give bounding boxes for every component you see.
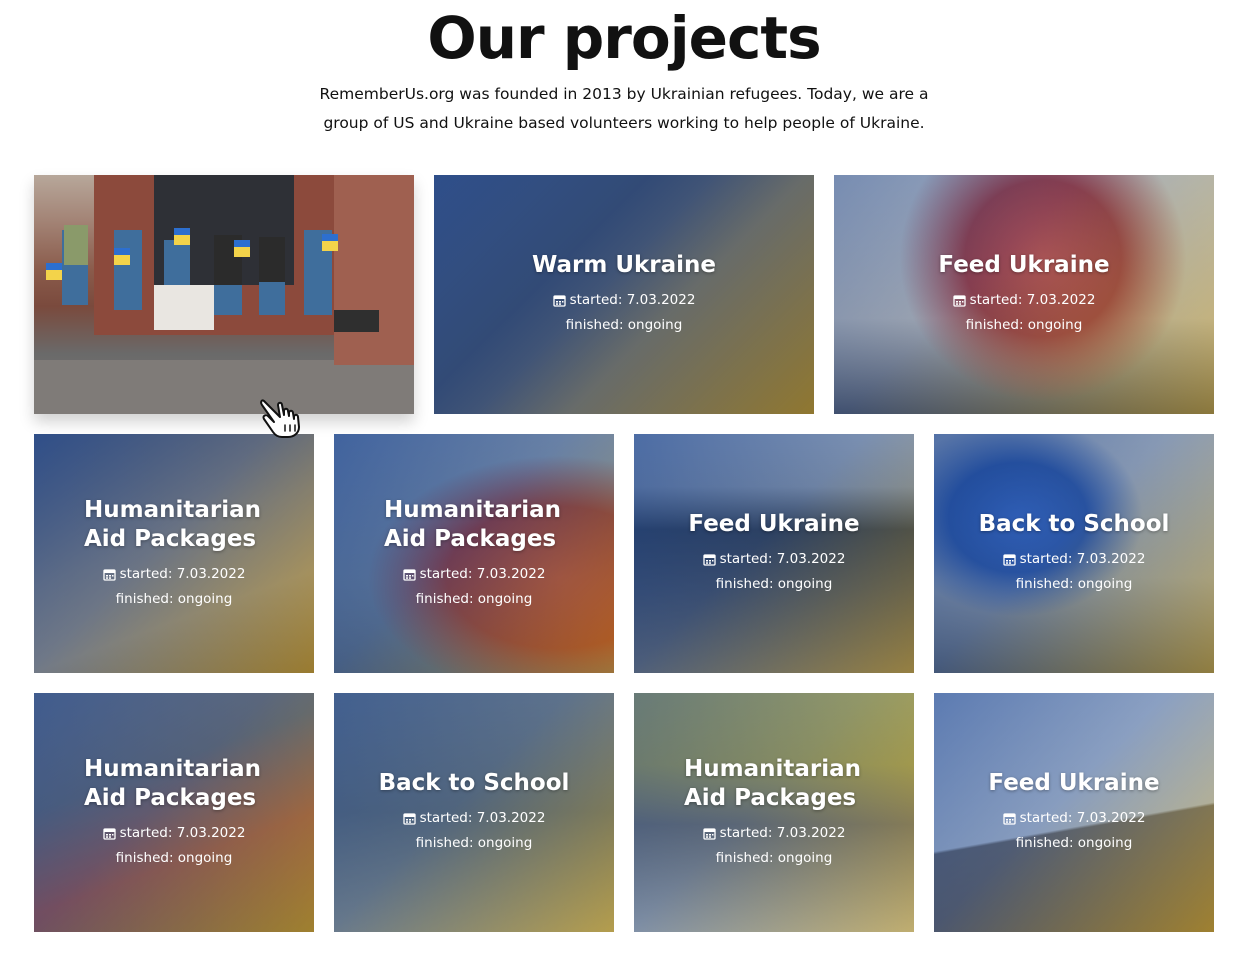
calendar-icon [552, 294, 566, 307]
project-started: started: 7.03.2022 [969, 292, 1096, 308]
page-title: Our projects [427, 4, 821, 72]
project-started: started: 7.03.2022 [1019, 810, 1146, 826]
hand-pointer-icon [260, 399, 300, 438]
volunteers-illustration [34, 175, 414, 414]
project-title: Humanitarian Aid Packages [84, 496, 262, 552]
project-finished: finished: ongoing [565, 317, 683, 333]
project-title: Feed Ukraine [938, 252, 1110, 278]
project-card-content: Back to School started: 7.03.2022 finish… [934, 434, 1214, 673]
project-started: started: 7.03.2022 [119, 824, 246, 841]
calendar-icon [1002, 812, 1016, 825]
project-started: started: 7.03.2022 [1019, 551, 1146, 567]
project-title: Warm Ukraine [531, 252, 717, 278]
project-card-content: Back to School started: 7.03.2022 finish… [334, 693, 614, 932]
project-card-content: Feed Ukraine started: 7.03.2022 finished… [934, 693, 1214, 932]
intro-text: RememberUs.org was founded in 2013 by Uk… [319, 85, 929, 132]
project-title: Humanitarian Aid Packages [684, 755, 862, 811]
project-card[interactable]: Humanitarian Aid Packages started: 7.03.… [34, 693, 314, 932]
calendar-icon [702, 827, 716, 840]
project-card[interactable]: Back to School started: 7.03.2022 finish… [934, 434, 1214, 673]
project-card[interactable]: Humanitarian Aid Packages started: 7.03.… [34, 434, 314, 673]
project-finished: finished: ongoing [715, 576, 833, 592]
project-finished: finished: ongoing [415, 590, 533, 607]
project-finished: finished: ongoing [1015, 576, 1133, 592]
project-card-content: Feed Ukraine started: 7.03.2022 finished… [634, 434, 914, 673]
calendar-icon [1002, 553, 1016, 566]
calendar-icon [102, 568, 116, 581]
calendar-icon [702, 553, 716, 566]
project-finished: finished: ongoing [1015, 835, 1133, 851]
project-title: Feed Ukraine [988, 770, 1160, 796]
project-card-content: Humanitarian Aid Packages started: 7.03.… [634, 693, 914, 932]
calendar-icon [952, 294, 966, 307]
project-finished: finished: ongoing [715, 849, 833, 866]
calendar-icon [102, 827, 116, 840]
project-title: Back to School [378, 770, 570, 796]
project-card[interactable]: Feed Ukraine started: 7.03.2022 finished… [834, 175, 1214, 414]
project-card[interactable]: Humanitarian Aid Packages started: 7.03.… [334, 434, 614, 673]
project-title: Back to School [978, 511, 1170, 537]
project-card-content: Humanitarian Aid Packages started: 7.03.… [34, 693, 314, 932]
project-card-content: Feed Ukraine started: 7.03.2022 finished… [834, 175, 1214, 414]
project-started: started: 7.03.2022 [419, 810, 546, 826]
project-card[interactable]: Feed Ukraine started: 7.03.2022 finished… [634, 434, 914, 673]
project-started: started: 7.03.2022 [719, 551, 846, 567]
calendar-icon [402, 812, 416, 825]
project-finished: finished: ongoing [115, 849, 233, 866]
project-finished: finished: ongoing [965, 317, 1083, 333]
project-started: started: 7.03.2022 [419, 565, 546, 582]
project-card-featured[interactable] [34, 175, 414, 414]
project-card-content: Humanitarian Aid Packages started: 7.03.… [34, 434, 314, 673]
project-started: started: 7.03.2022 [719, 824, 846, 841]
project-card[interactable]: Warm Ukraine started: 7.03.2022 finished… [434, 175, 814, 414]
project-finished: finished: ongoing [415, 835, 533, 851]
project-title: Humanitarian Aid Packages [84, 755, 262, 811]
project-card[interactable]: Back to School started: 7.03.2022 finish… [334, 693, 614, 932]
project-card-content: Humanitarian Aid Packages started: 7.03.… [334, 434, 614, 673]
project-card[interactable]: Humanitarian Aid Packages started: 7.03.… [634, 693, 914, 932]
project-finished: finished: ongoing [115, 590, 233, 607]
calendar-icon [402, 568, 416, 581]
project-card-content: Warm Ukraine started: 7.03.2022 finished… [434, 175, 814, 414]
project-started: started: 7.03.2022 [569, 292, 696, 308]
project-card[interactable]: Feed Ukraine started: 7.03.2022 finished… [934, 693, 1214, 932]
project-started: started: 7.03.2022 [119, 565, 246, 582]
project-title: Feed Ukraine [688, 511, 860, 537]
project-title: Humanitarian Aid Packages [384, 496, 562, 552]
